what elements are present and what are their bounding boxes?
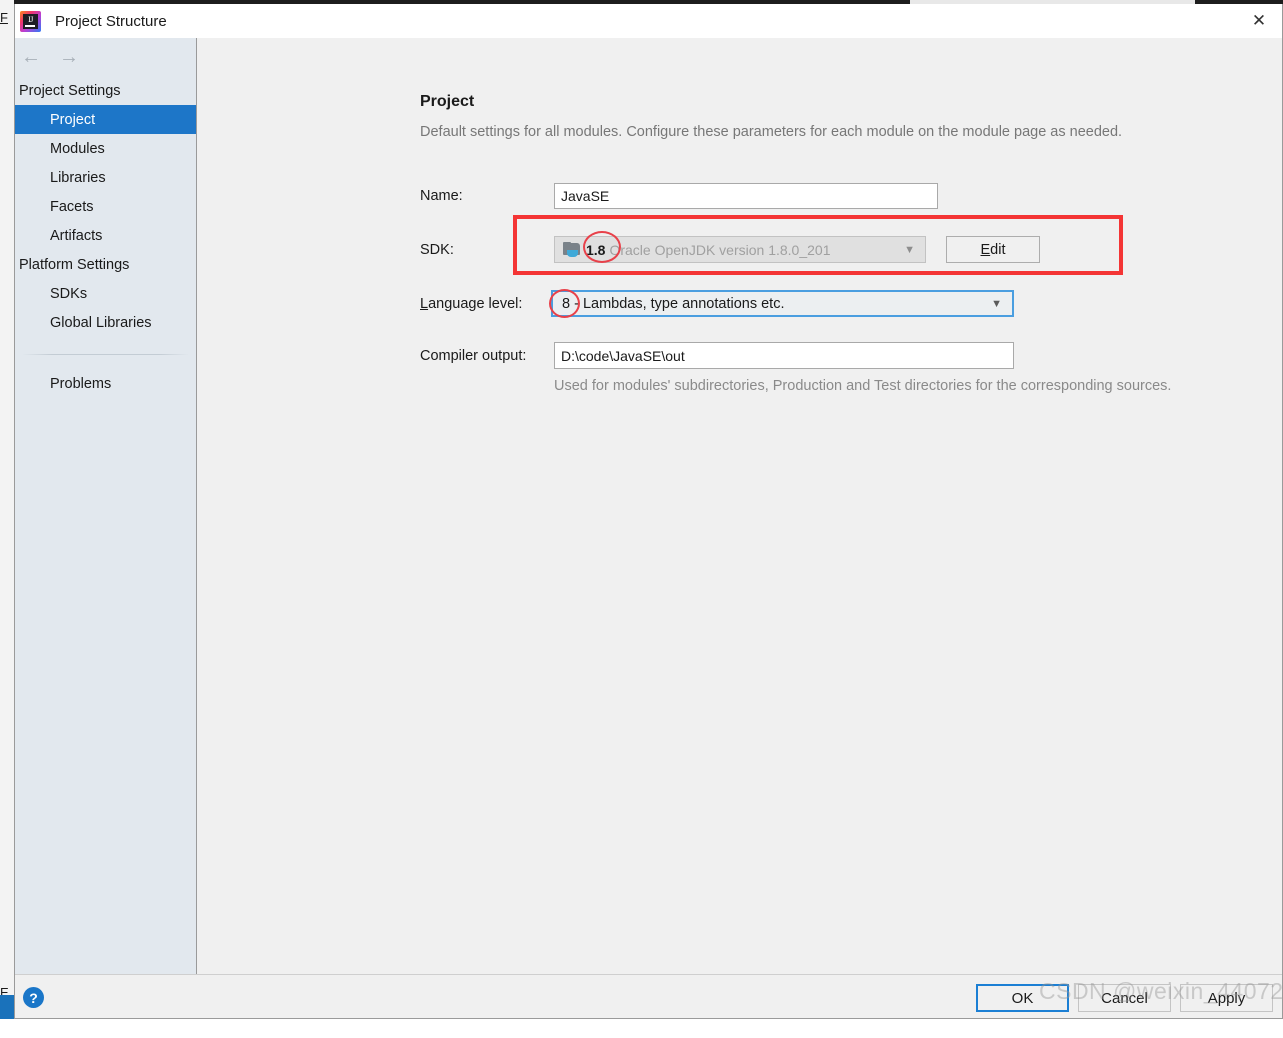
forward-arrow-icon[interactable]: → <box>59 47 79 67</box>
language-level-row: Language level: 8 - Lambdas, type annota… <box>420 290 1014 317</box>
chevron-down-icon: ▼ <box>991 297 1002 310</box>
compiler-output-row: Compiler output: D:\code\JavaSE\out <box>420 342 1014 369</box>
sidebar-item-artifacts[interactable]: Artifacts <box>15 221 196 250</box>
chevron-down-icon: ▼ <box>904 243 915 256</box>
cancel-button[interactable]: Cancel <box>1078 984 1171 1012</box>
dialog-title-bar: IJ Project Structure ✕ <box>15 4 1282 38</box>
sdk-edit-button[interactable]: Edit <box>946 236 1040 263</box>
sidebar-item-sdks[interactable]: SDKs <box>15 279 196 308</box>
sdk-edit-rest: dit <box>990 241 1006 258</box>
sidebar-divider <box>22 354 189 355</box>
project-structure-dialog: IJ Project Structure ✕ ← → Project Setti… <box>14 4 1283 1019</box>
language-level-mnemonic: L <box>420 295 429 312</box>
background-taskbar-accent <box>0 995 14 1019</box>
language-level-label: Language level: <box>420 296 551 312</box>
sdk-select[interactable]: 1.8 Oracle OpenJDK version 1.8.0_201 ▼ <box>554 236 926 263</box>
sidebar-item-global-libraries[interactable]: Global Libraries <box>15 308 196 337</box>
sidebar-item-project[interactable]: Project <box>15 105 196 134</box>
jdk-folder-icon <box>563 241 582 258</box>
compiler-output-hint: Used for modules' subdirectories, Produc… <box>554 378 1172 394</box>
background-window-left-sliver: F E <box>0 0 14 1019</box>
language-level-label-rest: anguage level: <box>428 295 523 312</box>
sdk-label: SDK: <box>420 241 454 258</box>
page-description: Default settings for all modules. Config… <box>420 124 1123 140</box>
sdk-edit-label: Edit <box>981 242 1006 258</box>
project-name-input[interactable]: JavaSE <box>554 183 938 209</box>
sdk-row: SDK: 1.8 Oracle OpenJDK version 1.8.0_20… <box>420 236 1040 263</box>
sdk-version-text: 1.8 <box>586 241 606 258</box>
sidebar-item-modules[interactable]: Modules <box>15 134 196 163</box>
background-menu-letter-top: F <box>0 10 8 25</box>
language-level-select[interactable]: 8 - Lambdas, type annotations etc. ▼ <box>551 290 1014 317</box>
apply-button[interactable]: Apply <box>1180 984 1273 1012</box>
sdk-description-text: Oracle OpenJDK version 1.8.0_201 <box>609 241 831 258</box>
intellij-logo-text: IJ <box>28 14 33 24</box>
compiler-output-input[interactable]: D:\code\JavaSE\out <box>554 342 1014 369</box>
name-row: Name: JavaSE <box>420 183 938 209</box>
dialog-body: ← → Project Settings Project Modules Lib… <box>15 38 1282 974</box>
settings-sidebar: ← → Project Settings Project Modules Lib… <box>15 38 197 974</box>
sidebar-group-project-settings: Project Settings <box>19 82 121 99</box>
sidebar-item-facets[interactable]: Facets <box>15 192 196 221</box>
dialog-title: Project Structure <box>55 12 167 30</box>
sidebar-group-platform-settings: Platform Settings <box>19 256 130 273</box>
name-label: Name: <box>420 188 463 204</box>
sidebar-item-problems[interactable]: Problems <box>15 369 196 398</box>
dialog-footer: ? OK Cancel Apply <box>15 974 1282 1018</box>
page-title: Project <box>420 93 475 110</box>
sdk-edit-mnemonic: E <box>980 241 991 258</box>
help-icon[interactable]: ? <box>23 987 44 1008</box>
back-arrow-icon[interactable]: ← <box>21 47 41 67</box>
sidebar-item-libraries[interactable]: Libraries <box>15 163 196 192</box>
ok-button[interactable]: OK <box>976 984 1069 1012</box>
close-icon[interactable]: ✕ <box>1236 4 1282 38</box>
project-settings-panel: Project Default settings for all modules… <box>197 38 1282 974</box>
intellij-logo-icon: IJ <box>20 10 41 32</box>
dialog-action-buttons: OK Cancel Apply <box>976 984 1273 1012</box>
language-level-value: 8 - Lambdas, type annotations etc. <box>562 295 785 312</box>
sidebar-nav-arrows: ← → <box>15 38 196 76</box>
compiler-output-label: Compiler output: <box>420 347 527 364</box>
